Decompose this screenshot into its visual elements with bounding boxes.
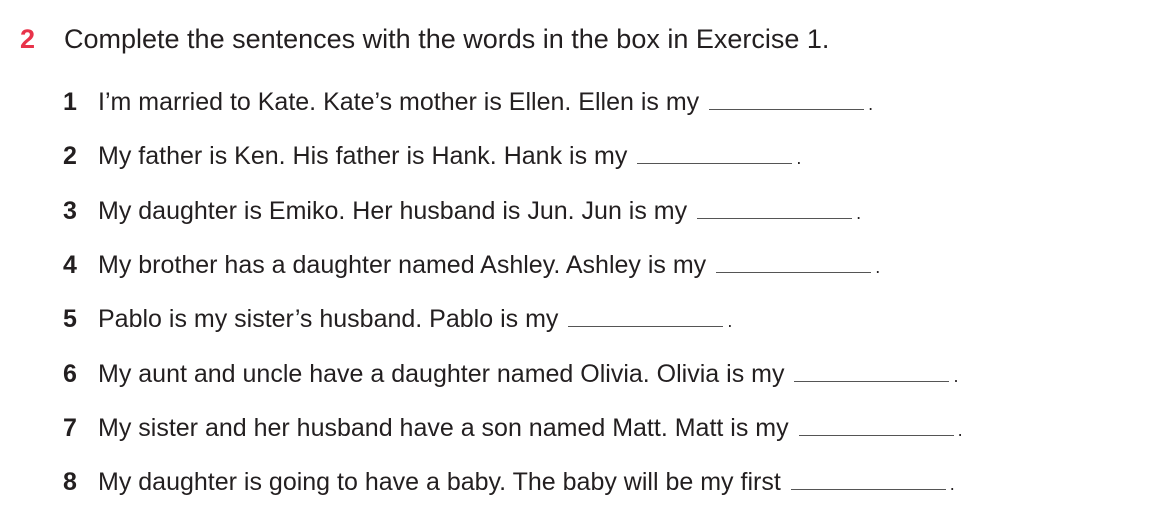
- sentence-period: .: [953, 365, 959, 386]
- item-number: 4: [63, 250, 77, 279]
- item-number: 6: [63, 359, 77, 388]
- answer-blank[interactable]: [637, 143, 793, 165]
- item-sentence: I’m married to Kate. Kate’s mother is El…: [98, 88, 700, 116]
- exercise-item: 6 My aunt and uncle have a daughter named…: [63, 360, 958, 389]
- sentence-period: .: [868, 94, 874, 114]
- item-sentence: My sister and her husband have a son nam…: [98, 413, 789, 442]
- exercise-item: 7 My sister and her husband have a son na…: [63, 414, 963, 443]
- item-sentence: Pablo is my sister’s husband. Pablo is m…: [98, 305, 559, 334]
- exercise-item: 4 My brother has a daughter named Ashley.…: [63, 251, 880, 280]
- exercise-number: 2: [20, 24, 36, 54]
- exercise-item: 3 My daughter is Emiko. Her husband is Ju…: [63, 197, 861, 226]
- sentence-period: .: [856, 202, 862, 223]
- item-sentence: My daughter is going to have a baby. The…: [98, 468, 781, 497]
- item-sentence: My brother has a daughter named Ashley. …: [98, 250, 707, 279]
- sentence-period: .: [727, 311, 733, 332]
- item-sentence: My aunt and uncle have a daughter named …: [98, 359, 785, 388]
- sentence-period: .: [796, 148, 802, 169]
- answer-blank[interactable]: [709, 89, 865, 110]
- exercise-heading: 2 Complete the sentences with the words i…: [20, 24, 829, 55]
- answer-blank[interactable]: [697, 198, 853, 219]
- answer-blank[interactable]: [790, 469, 946, 491]
- exercise-item: 8 My daughter is going to have a baby. Th…: [63, 468, 955, 497]
- item-number: 1: [63, 88, 77, 116]
- item-sentence: My father is Ken. His father is Hank. Ha…: [98, 142, 628, 171]
- answer-blank[interactable]: [794, 361, 950, 382]
- exercise-instruction: Complete the sentences with the words in…: [64, 24, 830, 54]
- exercise-item: 1 I’m married to Kate. Kate’s mother is E…: [63, 88, 873, 117]
- exercise-item: 5 Pablo is my sister’s husband. Pablo is …: [63, 305, 732, 334]
- sentence-period: .: [949, 474, 955, 495]
- item-number: 8: [63, 468, 77, 497]
- answer-blank[interactable]: [716, 252, 872, 273]
- answer-blank[interactable]: [798, 415, 954, 436]
- item-number: 5: [63, 305, 77, 334]
- item-number: 3: [63, 196, 77, 225]
- item-number: 2: [63, 142, 77, 171]
- item-number: 7: [63, 413, 77, 442]
- exercise-item: 2 My father is Ken. His father is Hank. H…: [63, 142, 801, 171]
- sentence-period: .: [957, 419, 963, 440]
- item-sentence: My daughter is Emiko. Her husband is Jun…: [98, 196, 688, 225]
- answer-blank[interactable]: [568, 306, 724, 328]
- sentence-period: .: [875, 256, 881, 277]
